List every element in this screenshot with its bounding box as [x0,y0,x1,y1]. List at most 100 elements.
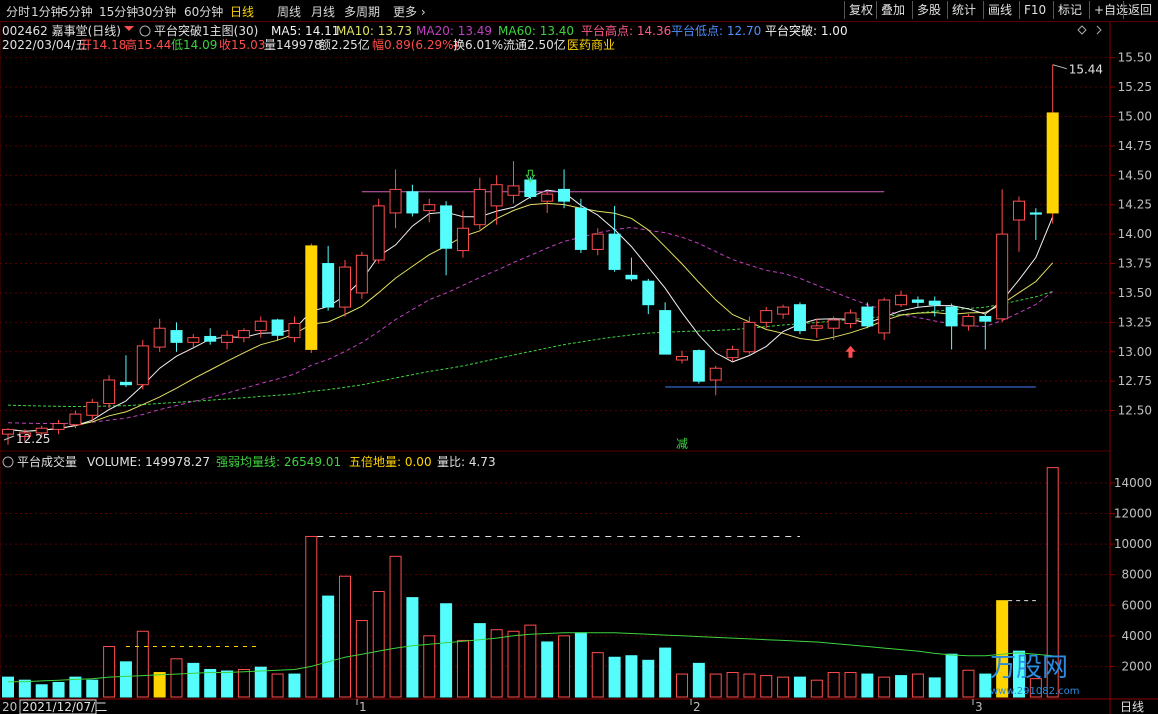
volume-bar-cyan[interactable] [119,661,132,698]
volume-bar-cyan[interactable] [18,679,31,698]
volume-bar-cyan[interactable] [793,676,806,698]
candle-body-up[interactable] [372,205,385,261]
volume-bar-up[interactable] [777,676,790,698]
volume-bar-cyan[interactable] [2,676,14,698]
candle-body-up[interactable] [743,321,756,353]
candle-body-breakout[interactable] [305,245,318,350]
volume-bar-up[interactable] [524,624,537,698]
period-tab-5[interactable]: 60分钟 [184,3,223,20]
volume-bar-up[interactable] [810,679,823,698]
volume-bar-up[interactable] [271,673,284,698]
toolbar-button-3[interactable]: 统计 [947,1,980,19]
volume-bar-up[interactable] [389,555,402,698]
candle-body-down[interactable] [659,310,672,355]
candle-body-up[interactable] [895,294,908,306]
candle-body-up[interactable] [541,193,554,202]
candle-body-up[interactable] [254,320,267,332]
volume-bar-cyan[interactable] [86,679,99,698]
volume-bar-up[interactable] [591,652,604,698]
volume-bar-up[interactable] [305,535,318,698]
volume-bar-up[interactable] [911,673,924,698]
toolbar-button-2[interactable]: 多股 [912,1,945,19]
candle-body-down[interactable] [945,306,958,327]
candle-body-down[interactable] [440,205,453,249]
period-tab-6[interactable]: 日线 [230,3,254,20]
period-tab-9[interactable]: 多周期 [344,3,380,20]
volume-bar-cyan[interactable] [473,623,486,698]
volume-bar-up[interactable] [558,635,571,698]
candle-body-up[interactable] [473,188,486,226]
toolbar-button-6[interactable]: 标记 [1053,1,1086,19]
volume-bar-up[interactable] [490,629,503,698]
candle-body-down[interactable] [642,280,655,306]
candle-body-down[interactable] [406,191,419,214]
candle-body-down[interactable] [692,350,705,382]
candle-body-up[interactable] [187,337,200,343]
candle-body-up[interactable] [726,348,739,359]
toolbar-button-8[interactable]: 返回 [1123,1,1156,19]
period-tab-2[interactable]: 5分钟 [61,3,93,20]
candle-body-down[interactable] [271,319,284,336]
volume-bar-cyan[interactable] [945,653,958,698]
volume-bar-cyan[interactable] [52,681,65,698]
volume-bar-up[interactable] [136,630,149,698]
candle-body-up[interactable] [777,306,790,315]
candle-body-up[interactable] [962,315,975,327]
volume-bar-cyan[interactable] [928,677,941,698]
volume-bar-cyan[interactable] [642,659,655,698]
pane-arrow-icon[interactable] [1096,25,1102,35]
candle-body-up[interactable] [339,266,351,308]
volume-toggle-icon[interactable] [2,456,14,468]
candle-body-up[interactable] [844,312,857,325]
volume-bar-cyan[interactable] [692,662,705,698]
candle-body-up[interactable] [355,254,368,294]
volume-bar-up[interactable] [103,646,116,698]
volume-bar-up[interactable] [743,673,756,698]
volume-bar-cyan[interactable] [322,595,335,698]
volume-bar-cyan[interactable] [288,673,301,698]
candle-body-up[interactable] [237,330,250,339]
period-tab-1[interactable]: 1分钟 [31,3,63,20]
indicator-toggle-icon[interactable] [139,25,151,37]
candle-body-up[interactable] [423,204,436,212]
period-tab-7[interactable]: 周线 [277,3,301,20]
candle-body-up[interactable] [878,299,891,334]
volume-bar-cyan[interactable] [187,662,200,698]
volume-bar-up[interactable] [878,676,891,698]
candle-body-down[interactable] [928,300,941,306]
candle-body-up[interactable] [103,379,116,405]
volume-bar-cyan[interactable] [895,675,908,698]
candle-body-down[interactable] [1029,212,1042,215]
toolbar-button-4[interactable]: 画线 [983,1,1016,19]
volume-bar-up[interactable] [676,673,688,698]
volume-bar-cyan[interactable] [608,656,621,698]
volume-bar-up[interactable] [237,668,250,698]
candle-body-down[interactable] [911,299,924,303]
volume-bar-up[interactable] [355,620,368,698]
volume-bar-cyan[interactable] [35,684,48,698]
period-tab-8[interactable]: 月线 [311,3,335,20]
candle-body-down[interactable] [574,207,587,250]
kline-chart-canvas[interactable]: 15.50 15.25 15.00 14.75 14.50 14.25 14.00 13.75… [0,0,1158,714]
candle-body-up[interactable] [810,325,823,329]
volume-bar-up[interactable] [339,575,351,698]
candle-body-down[interactable] [861,306,874,327]
candle-body-down[interactable] [979,315,992,322]
candle-body-up[interactable] [69,413,82,426]
period-tab-4[interactable]: 30分钟 [137,3,176,20]
volume-bar-cyan[interactable] [440,603,453,698]
volume-bar-cyan[interactable] [861,673,874,698]
candle-body-up[interactable] [288,323,301,339]
period-tab-0[interactable]: 分时 [6,3,30,20]
volume-bar-cyan[interactable] [221,670,234,698]
candle-body-down[interactable] [119,381,132,386]
volume-bar-yellow[interactable] [153,672,166,698]
volume-bar-up[interactable] [507,630,520,698]
volume-bar-up[interactable] [726,672,739,698]
candle-body-down[interactable] [322,263,335,308]
toolbar-button-5[interactable]: F10 [1019,1,1050,19]
candle-body-up[interactable] [507,185,520,196]
candle-body-up[interactable] [760,310,773,323]
candle-body-breakout[interactable] [1046,112,1059,214]
candle-body-down[interactable] [558,188,571,202]
